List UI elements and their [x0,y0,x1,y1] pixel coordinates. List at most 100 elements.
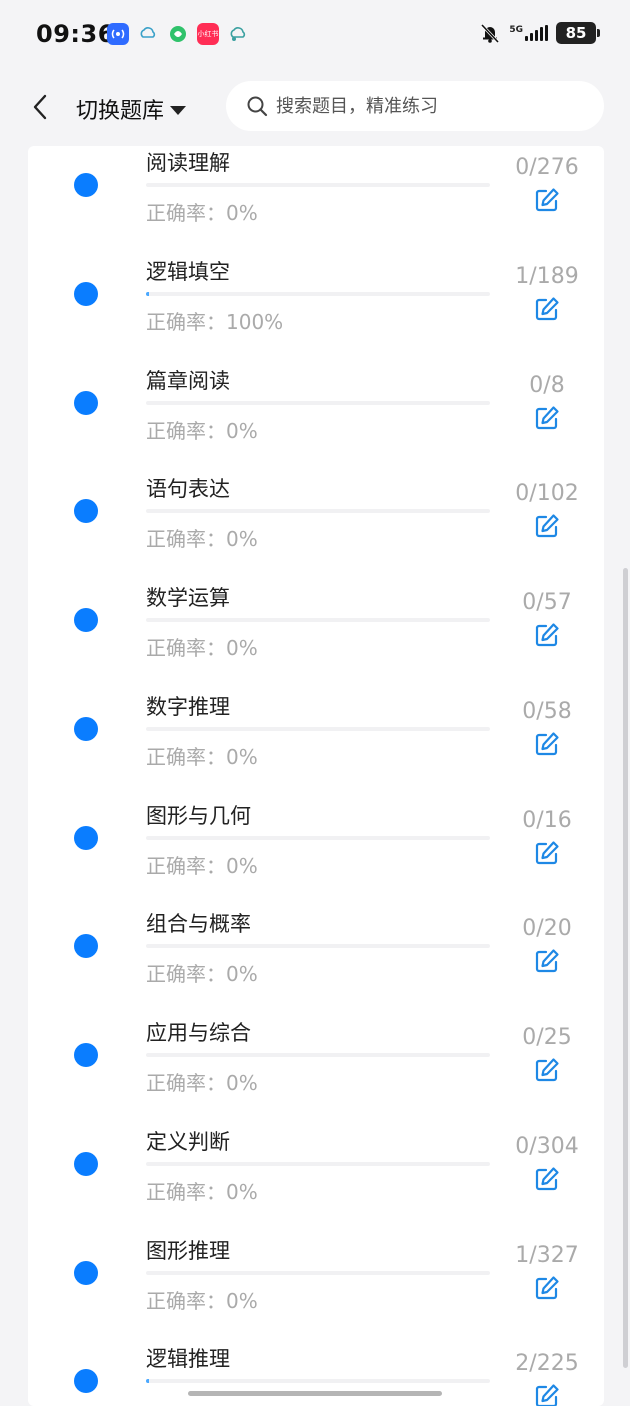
practice-button[interactable] [532,185,562,215]
progress-bar [146,1161,490,1166]
progress-fill [146,1379,150,1384]
list-item[interactable]: 数学运算 正确率：0% 0/57 [28,574,604,683]
practice-button[interactable] [532,1055,562,1085]
progress-bar [146,509,490,514]
status-dot [74,499,98,524]
practice-button[interactable] [532,1164,562,1194]
edit-icon [535,732,559,755]
practice-button[interactable] [532,294,562,324]
status-dot [74,608,98,632]
item-name: 图形推理 [146,1238,230,1263]
item-name: 数学运算 [146,586,230,610]
progress-count: 0/276 [515,155,579,180]
progress-bar [146,400,490,405]
list-item[interactable]: 图形推理 正确率：0% 1/327 [28,1227,604,1336]
network-type: 5G [509,25,523,35]
progress-count: 0/8 [529,372,565,398]
list-item[interactable]: 应用与综合正确率：0% 0/25 [28,1009,604,1118]
accuracy-text: 正确率：100% [146,309,284,334]
home-indicator[interactable] [188,1391,442,1396]
chevron-left-icon [33,94,47,120]
progress-bar [146,944,490,949]
status-time: 09:36 [36,20,115,48]
cloud-icon [137,23,159,45]
progress-count: 0/20 [522,916,572,942]
status-right: 5G 85 [479,22,600,44]
search-input[interactable] [274,94,598,118]
edit-icon [535,1167,559,1190]
list-item[interactable]: 定义判断正确率：0% 0/304 [28,1118,604,1227]
progress-count: 0/58 [522,698,572,724]
green-app-icon [167,23,189,45]
list-item[interactable]: 阅读理解正确率：0% 0/276 [28,146,604,248]
item-name: 篇章阅读 [146,368,230,393]
status-dot [74,281,98,306]
practice-button[interactable] [532,511,562,541]
practice-button[interactable] [532,946,562,976]
accuracy-text: 正确率：0% [146,853,258,878]
practice-button[interactable] [532,1273,562,1303]
progress-bar [146,618,490,622]
item-name: 应用与综合 [146,1021,251,1045]
list-item[interactable]: 图形与几何 正确率：0% 0/16 [28,792,604,901]
status-dot [74,1369,98,1394]
search-icon [246,95,268,117]
edit-icon [535,1275,559,1299]
list-item[interactable]: 数字推理正确率：0% 0/58 [28,683,604,792]
list-item[interactable]: 篇章阅读 正确率：0% 0/8 [28,357,604,466]
progress-bar [146,1379,490,1384]
edit-icon [535,188,559,212]
status-dot [74,825,98,850]
item-name: 逻辑填空 [146,259,230,284]
status-dot [74,716,98,741]
scrollbar[interactable] [623,568,628,1368]
bell-muted-icon [479,22,501,44]
practice-button[interactable] [532,729,562,759]
progress-bar [146,726,490,731]
status-bar: 09:36 小红书 5G 85 [0,0,630,70]
progress-bar [146,1270,490,1275]
accuracy-text: 正确率：0% [146,201,258,225]
progress-count: 2/225 [515,1351,579,1377]
item-name: 定义判断 [146,1129,230,1154]
accuracy-text: 正确率：0% [146,1179,258,1204]
progress-bar [146,835,490,840]
status-dot [74,1260,98,1285]
progress-bar [146,291,490,296]
page-title: 切换题库 [76,99,165,124]
item-name: 图形与几何 [146,803,251,828]
item-name: 语句表达 [146,477,230,502]
practice-button[interactable] [532,403,562,433]
practice-button[interactable] [532,620,562,650]
list-item[interactable]: 组合与概率 正确率：0% 0/20 [28,900,604,1009]
cloud-icon [227,23,249,45]
item-name: 数字推理 [146,694,230,719]
back-button[interactable] [26,90,54,124]
question-bank-list: 阅读理解 正确率：0% 0/276 逻辑填空 正确率：100% 1/189 篇章阅读 正确率：… [28,146,604,1406]
list-item[interactable]: 逻辑填空正确率：100% 1/189 [28,248,604,357]
practice-button[interactable] [532,838,562,868]
progress-count: 0/25 [522,1025,572,1050]
battery-icon: 85 [556,22,600,44]
edit-icon [535,297,559,320]
list-item[interactable]: 语句表达 正确率：0% 0/102 [28,465,604,574]
accuracy-text: 正确率：0% [146,744,258,769]
practice-button[interactable] [532,1381,562,1406]
progress-count: 1/189 [515,263,579,289]
progress-count: 0/304 [515,1133,579,1159]
item-name: 逻辑推理 [146,1347,230,1372]
item-name: 组合与概率 [146,912,251,937]
status-dot [74,1151,98,1176]
notification-icons: 小红书 [107,23,249,45]
accuracy-text: 正确率：0% [146,527,258,552]
accuracy-text: 正确率：0% [146,1071,258,1095]
search-box[interactable] [226,81,604,131]
switch-bank-dropdown[interactable]: 切换题库 [76,93,187,125]
edit-icon [535,1058,559,1082]
item-name: 阅读理解 [146,151,230,175]
edit-icon [535,949,559,973]
caret-down-icon [170,105,187,115]
edit-icon [535,623,559,647]
accuracy-text: 正确率：0% [146,636,258,660]
progress-count: 1/327 [515,1242,579,1268]
